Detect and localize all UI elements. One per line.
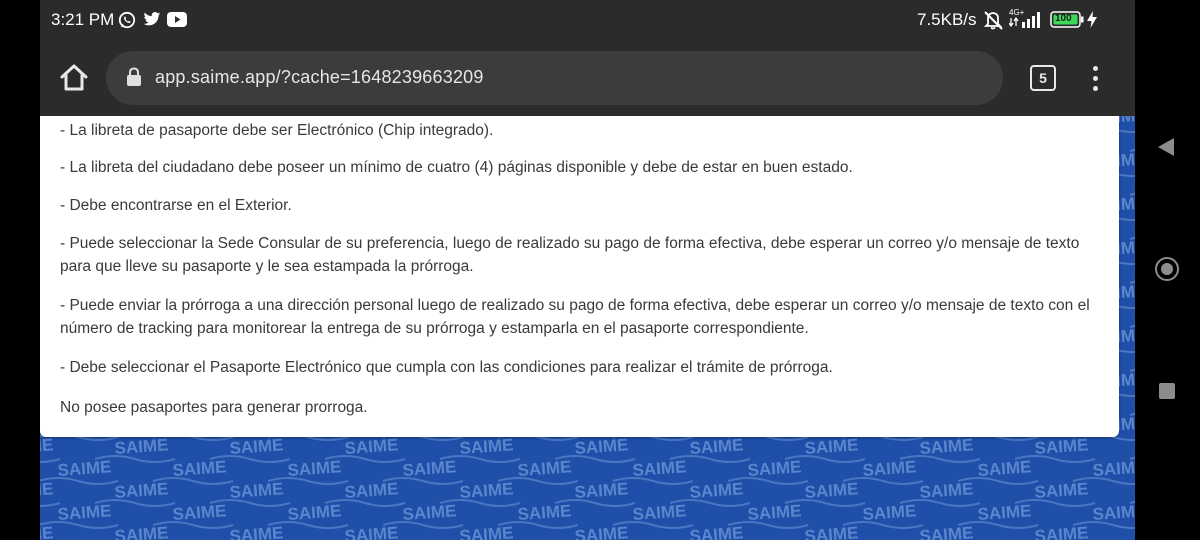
url-text: app.saime.app/?cache=1648239663209 (155, 67, 484, 87)
watermark-text: SAIME (517, 457, 572, 480)
watermark-text: SAIME (574, 435, 629, 458)
watermark-text: SAIME (919, 523, 974, 540)
requirements-card: - La libreta de pasaporte debe ser Elect… (40, 116, 1119, 437)
watermark-text: SAIME (114, 479, 169, 502)
home-button[interactable] (58, 62, 90, 94)
watermark-text: SAIME (747, 457, 802, 480)
back-icon (1158, 138, 1174, 156)
watermark-text: SAIME (632, 457, 687, 480)
watermark-text: SAIME (919, 479, 974, 502)
battery-level: 100 (1055, 13, 1072, 24)
watermark-text: SAIME (804, 523, 859, 540)
home-nav-button[interactable] (1155, 257, 1179, 281)
status-time: 3:21 PM (51, 10, 115, 29)
watermark-text: SAIME (459, 479, 514, 502)
no-passports-message: No posee pasaportes para generar prorrog… (60, 399, 368, 416)
watermark-text: SAIME (229, 435, 284, 458)
watermark-text: SAIME (40, 523, 54, 540)
watermark-text: SAIME (1034, 435, 1089, 458)
menu-dot-icon (1092, 86, 1098, 91)
watermark-text: SAIME (804, 479, 859, 502)
watermark-text: SAIME (344, 479, 399, 502)
watermark-text: SAIME (747, 501, 802, 524)
menu-dot-icon (1092, 76, 1098, 81)
watermark-text: SAIME (57, 501, 112, 524)
address-bar[interactable]: app.saime.app/?cache=1648239663209 (106, 51, 1003, 105)
watermark-text: SAIME (689, 523, 744, 540)
watermark-text: SAIME (574, 479, 629, 502)
watermark-text: SAIME (229, 523, 284, 540)
signal-icon (1008, 12, 1043, 33)
watermark-text: SAIME (402, 457, 457, 480)
watermark-text: SAIME (689, 435, 744, 458)
watermark-text: SAIME (689, 479, 744, 502)
menu-dot-icon (1092, 66, 1098, 71)
watermark-text: SAIME (459, 523, 514, 540)
status-bar: 3:21 PM 7.5KB/s 4G+ 100 (40, 0, 1135, 40)
watermark-text: SAIME (344, 523, 399, 540)
web-page: SAIME SAIME SAIME SAIME SAIME SAIME SAIME SAIME… (40, 116, 1135, 540)
watermark-text: SAIME (40, 435, 54, 458)
requirement-item: - Puede enviar la prórroga a una direcci… (60, 297, 1090, 337)
requirement-item: - Debe encontrarse en el Exterior. (60, 197, 292, 214)
watermark-text: SAIME (804, 435, 859, 458)
watermark-text: SAIME (172, 501, 227, 524)
requirement-item: - La libreta de pasaporte debe ser Elect… (60, 122, 494, 139)
recents-button[interactable] (1159, 383, 1175, 399)
watermark-text: SAIME (1034, 523, 1089, 540)
watermark-text: SAIME (287, 457, 342, 480)
browser-toolbar: app.saime.app/?cache=1648239663209 5 (40, 40, 1135, 116)
watermark-text: SAIME (57, 457, 112, 480)
watermark-text: SAIME (977, 501, 1032, 524)
back-button[interactable] (1157, 137, 1175, 162)
lock-icon (126, 67, 142, 92)
watermark-text: SAIME (229, 479, 284, 502)
phone-screen: 3:21 PM 7.5KB/s 4G+ 100 app.saime.app/?c… (40, 0, 1135, 540)
youtube-icon (167, 12, 187, 32)
home-icon (60, 64, 88, 91)
watermark-text: SAIME (1092, 457, 1135, 480)
navigation-bar (1135, 0, 1200, 540)
overflow-menu-button[interactable] (1085, 66, 1105, 92)
watermark-text: SAIME (862, 501, 917, 524)
twitter-icon (143, 12, 161, 32)
watermark-text: SAIME (862, 457, 917, 480)
requirement-item: - Puede seleccionar la Sede Consular de … (60, 235, 1080, 275)
watermark-text: SAIME (977, 457, 1032, 480)
mute-icon (982, 10, 1004, 35)
network-speed: 7.5KB/s (917, 10, 977, 29)
watermark-text: SAIME (574, 523, 629, 540)
watermark-text: SAIME (287, 501, 342, 524)
watermark-text: SAIME (402, 501, 457, 524)
watermark-text: SAIME (517, 501, 572, 524)
watermark-text: SAIME (459, 435, 514, 458)
watermark-text: SAIME (1034, 479, 1089, 502)
charging-icon (1087, 11, 1097, 33)
requirement-item: - La libreta del ciudadano debe poseer u… (60, 159, 853, 176)
watermark-text: SAIME (172, 457, 227, 480)
watermark-text: SAIME (344, 435, 399, 458)
watermark-text: SAIME (40, 479, 54, 502)
watermark-text: SAIME (114, 435, 169, 458)
watermark-text: SAIME (1092, 501, 1135, 524)
tab-switcher-button[interactable]: 5 (1030, 65, 1056, 91)
watermark-text: SAIME (114, 523, 169, 540)
requirement-item: - Debe seleccionar el Pasaporte Electrón… (60, 359, 833, 376)
whatsapp-icon (118, 11, 136, 34)
watermark-text: SAIME (632, 501, 687, 524)
watermark-text: SAIME (919, 435, 974, 458)
